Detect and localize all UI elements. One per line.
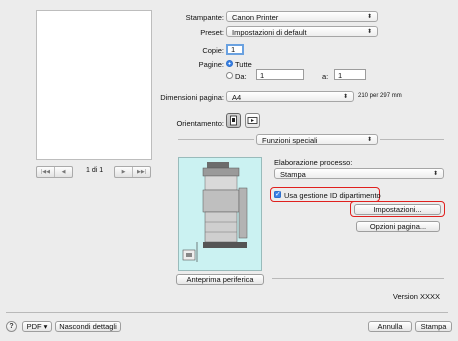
pages-all-radio[interactable] xyxy=(226,60,233,67)
paper-size-value: A4 xyxy=(232,93,242,102)
help-button[interactable]: ? xyxy=(6,321,17,332)
preset-select-value: Impostazioni di default xyxy=(232,28,307,37)
department-id-checkbox[interactable]: ✓ xyxy=(274,191,281,198)
pages-from-label: Da: xyxy=(235,72,247,81)
pages-label: Pagine: xyxy=(198,60,224,69)
paper-dimensions: 210 per 297 mm xyxy=(358,93,402,99)
footer-separator xyxy=(6,312,448,313)
pages-range-radio[interactable] xyxy=(226,72,233,79)
copies-field[interactable]: 1 xyxy=(226,44,244,55)
pages-to-field[interactable]: 1 xyxy=(334,69,366,80)
section-separator-left xyxy=(178,139,254,140)
page-options-button[interactable]: Opzioni pagina... xyxy=(356,221,440,232)
orientation-label: Orientamento: xyxy=(176,119,224,128)
printer-label: Stampante: xyxy=(185,13,224,22)
pdf-label: PDF xyxy=(26,322,42,331)
next-page-button[interactable]: ▶ xyxy=(115,167,133,177)
copies-label: Copie: xyxy=(202,46,224,55)
page-indicator: 1 di 1 xyxy=(86,167,104,174)
popup-arrows-icon: ⬍ xyxy=(366,29,372,35)
settings-button[interactable]: Impostazioni... xyxy=(354,204,441,215)
portrait-orientation-icon[interactable] xyxy=(226,113,241,128)
device-preview-button[interactable]: Anteprima periferica xyxy=(176,274,264,285)
processing-select[interactable]: Stampa ⬍ xyxy=(274,168,444,179)
version-text: Version XXXX xyxy=(392,292,440,301)
preview-nav-forward-group[interactable]: ▶ ▶▶| xyxy=(114,166,151,178)
pdf-menu-button[interactable]: PDF ▾ xyxy=(22,321,52,332)
device-preview xyxy=(178,157,262,271)
landscape-orientation-icon[interactable] xyxy=(245,113,260,128)
print-button[interactable]: Stampa xyxy=(415,321,452,332)
section-select-value: Funzioni speciali xyxy=(262,136,318,145)
department-id-label: Usa gestione ID dipartimento xyxy=(284,191,381,200)
processing-label: Elaborazione processo: xyxy=(274,158,353,167)
printer-select-value: Canon Printer xyxy=(232,13,279,22)
hide-details-button[interactable]: Nascondi dettagli xyxy=(55,321,121,332)
section-separator-right xyxy=(380,139,444,140)
last-page-button[interactable]: ▶▶| xyxy=(133,167,150,177)
preview-nav-back-group[interactable]: |◀◀ ◀ xyxy=(36,166,73,178)
checkmark-icon: ✓ xyxy=(275,191,281,198)
pages-to-label: a: xyxy=(322,72,329,81)
prev-page-button[interactable]: ◀ xyxy=(55,167,72,177)
printer-icon xyxy=(182,162,248,262)
paper-size-label: Dimensioni pagina: xyxy=(160,93,224,102)
section-select[interactable]: Funzioni speciali ⬍ xyxy=(256,134,378,145)
popup-arrows-icon: ⬍ xyxy=(366,14,372,20)
paper-size-select[interactable]: A4 ⬍ xyxy=(226,91,354,102)
processing-value: Stampa xyxy=(280,170,306,179)
preset-select[interactable]: Impostazioni di default ⬍ xyxy=(226,26,378,37)
printer-select[interactable]: Canon Printer ⬍ xyxy=(226,11,378,22)
cancel-button[interactable]: Annulla xyxy=(368,321,412,332)
popup-arrows-icon: ⬍ xyxy=(342,94,348,100)
preset-label: Preset: xyxy=(200,28,224,37)
page-preview xyxy=(36,10,152,160)
version-separator xyxy=(272,278,444,279)
pages-all-label: Tutte xyxy=(235,60,252,69)
chevron-down-icon: ▾ xyxy=(41,322,48,331)
first-page-button[interactable]: |◀◀ xyxy=(37,167,55,177)
pages-from-field[interactable]: 1 xyxy=(256,69,304,80)
popup-arrows-icon: ⬍ xyxy=(366,137,372,143)
popup-arrows-icon: ⬍ xyxy=(432,171,438,177)
